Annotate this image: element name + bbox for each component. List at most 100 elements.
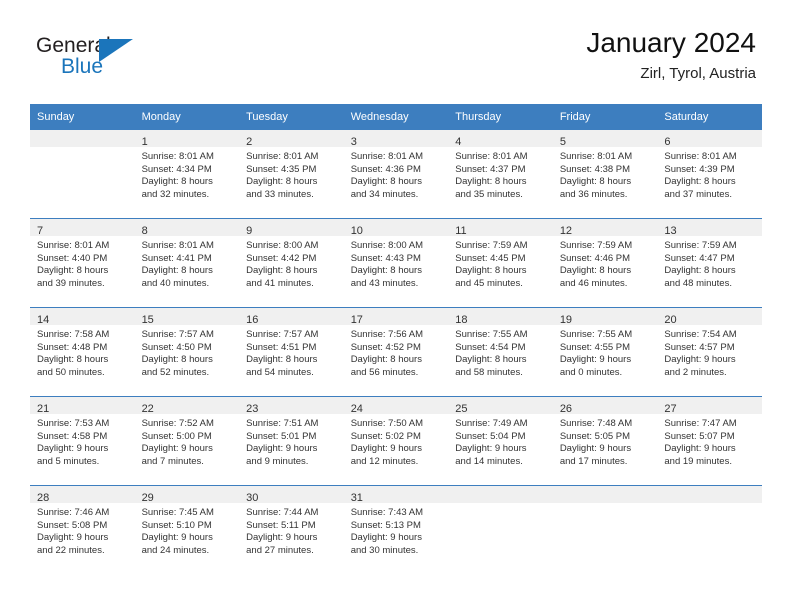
sunset-text: Sunset: 4:48 PM — [37, 341, 108, 353]
day-details: Sunrise: 7:59 AM Sunset: 4:45 PM Daylight:… — [448, 236, 553, 290]
daylight-text-line1: Daylight: 8 hours — [350, 265, 422, 277]
daylight-text-line1: Daylight: 8 hours — [664, 265, 736, 277]
weekday-header-friday: Friday — [552, 104, 658, 130]
calendar-day-cell[interactable]: 7 Sunrise: 8:01 AM Sunset: 4:40 PM Daylight… — [30, 218, 135, 308]
day-cell-inner: 24 Sunrise: 7:50 AM Sunset: 5:02 PM Dayligh… — [343, 397, 449, 485]
calendar-day-cell[interactable]: 21 Sunrise: 7:53 AM Sunset: 4:58 PM Dayligh… — [30, 396, 135, 486]
calendar-day-cell[interactable]: 15 Sunrise: 7:57 AM Sunset: 4:50 PM Dayligh… — [134, 307, 240, 397]
sunrise-text: Sunrise: 8:01 AM — [37, 240, 110, 251]
calendar-day-cell[interactable]: 4 Sunrise: 8:01 AM Sunset: 4:37 PM Daylight… — [448, 130, 553, 219]
day-cell-inner: 20 Sunrise: 7:54 AM Sunset: 4:57 PM Dayligh… — [657, 308, 762, 396]
calendar-day-cell[interactable]: 1 Sunrise: 8:01 AM Sunset: 4:34 PM Daylight… — [134, 130, 240, 219]
day-cell-inner — [552, 486, 658, 574]
logo-text-blue: Blue — [61, 55, 104, 78]
daylight-text-line2: and 41 minutes. — [246, 277, 314, 289]
daylight-text-line1: Daylight: 9 hours — [559, 354, 632, 366]
calendar-day-cell[interactable]: 28 Sunrise: 7:46 AM Sunset: 5:08 PM Dayligh… — [30, 485, 135, 574]
daylight-text-line1: Daylight: 8 hours — [455, 265, 527, 277]
day-cell-inner: 13 Sunrise: 7:59 AM Sunset: 4:47 PM Dayligh… — [657, 219, 762, 307]
daylight-text-line2: and 27 minutes. — [246, 544, 314, 556]
daylight-text-line1: Daylight: 8 hours — [37, 265, 109, 277]
daylight-text-line2: and 2 minutes. — [664, 366, 727, 378]
calendar-day-cell[interactable]: 17 Sunrise: 7:56 AM Sunset: 4:52 PM Dayligh… — [343, 307, 449, 397]
calendar-day-cell[interactable]: 5 Sunrise: 8:01 AM Sunset: 4:38 PM Daylight… — [552, 130, 658, 219]
daylight-text-line2: and 32 minutes. — [141, 188, 210, 200]
day-number-band: 27 — [657, 397, 762, 415]
calendar-day-cell[interactable]: 3 Sunrise: 8:01 AM Sunset: 4:36 PM Daylight… — [343, 130, 449, 219]
title-block: January 2024 Zirl, Tyrol, Austria — [586, 26, 756, 84]
calendar-day-cell[interactable]: 9 Sunrise: 8:00 AM Sunset: 4:42 PM Daylight… — [239, 218, 344, 308]
calendar-day-cell[interactable]: 23 Sunrise: 7:51 AM Sunset: 5:01 PM Dayligh… — [239, 396, 344, 486]
day-details: Sunrise: 7:50 AM Sunset: 5:02 PM Daylight:… — [344, 414, 449, 468]
day-cell-inner: 4 Sunrise: 8:01 AM Sunset: 4:37 PM Daylight… — [448, 130, 553, 218]
day-cell-inner: 17 Sunrise: 7:56 AM Sunset: 4:52 PM Dayligh… — [343, 308, 449, 396]
calendar-day-cell[interactable]: 13 Sunrise: 7:59 AM Sunset: 4:47 PM Dayligh… — [657, 218, 762, 308]
day-details: Sunrise: 8:01 AM Sunset: 4:34 PM Daylight:… — [135, 147, 240, 201]
calendar-header-row: Sunday Monday Tuesday Wednesday Thursday Frid… — [30, 104, 762, 130]
day-number: 21 — [37, 403, 50, 415]
sunset-text: Sunset: 4:35 PM — [246, 163, 317, 175]
daylight-text-line1: Daylight: 9 hours — [350, 532, 422, 544]
sunset-text: Sunset: 4:38 PM — [559, 163, 631, 175]
calendar-day-cell[interactable]: 31 Sunrise: 7:43 AM Sunset: 5:13 PM Dayligh… — [343, 485, 449, 574]
sunrise-text: Sunrise: 7:55 AM — [455, 329, 528, 340]
sunset-text: Sunset: 5:10 PM — [141, 519, 212, 531]
calendar-day-cell[interactable]: 11 Sunrise: 7:59 AM Sunset: 4:45 PM Dayligh… — [448, 218, 553, 308]
sunset-text: Sunset: 4:45 PM — [455, 252, 526, 264]
calendar-day-cell[interactable]: 2 Sunrise: 8:01 AM Sunset: 4:35 PM Daylight… — [239, 130, 344, 219]
daylight-text-line2: and 37 minutes. — [664, 188, 732, 200]
sunset-text: Sunset: 4:39 PM — [664, 163, 735, 175]
day-cell-inner: 16 Sunrise: 7:57 AM Sunset: 4:51 PM Dayligh… — [239, 308, 344, 396]
calendar-day-cell[interactable]: 29 Sunrise: 7:45 AM Sunset: 5:10 PM Dayligh… — [134, 485, 240, 574]
general-blue-logo[interactable]: General Blue — [36, 34, 156, 82]
day-number-band: 24 — [343, 397, 449, 415]
day-number: 18 — [455, 314, 468, 326]
calendar-day-cell[interactable]: 8 Sunrise: 8:01 AM Sunset: 4:41 PM Daylight… — [134, 218, 240, 308]
day-number-band: 3 — [343, 130, 449, 148]
day-cell-inner: 8 Sunrise: 8:01 AM Sunset: 4:41 PM Daylight… — [134, 219, 240, 307]
day-details: Sunrise: 8:01 AM Sunset: 4:35 PM Daylight:… — [239, 147, 344, 201]
calendar-day-cell[interactable]: 22 Sunrise: 7:52 AM Sunset: 5:00 PM Dayligh… — [134, 396, 240, 486]
sunrise-text: Sunrise: 8:01 AM — [664, 151, 737, 162]
daylight-text-line2: and 50 minutes. — [37, 366, 105, 378]
calendar-day-cell[interactable]: 12 Sunrise: 7:59 AM Sunset: 4:46 PM Dayligh… — [552, 218, 658, 308]
day-cell-inner: 21 Sunrise: 7:53 AM Sunset: 4:58 PM Dayligh… — [30, 397, 135, 485]
sunrise-text: Sunrise: 7:57 AM — [141, 329, 214, 340]
sunrise-text: Sunrise: 7:50 AM — [350, 418, 424, 429]
daylight-text-line1: Daylight: 8 hours — [559, 176, 632, 188]
day-number-band: 19 — [552, 308, 658, 326]
daylight-text-line1: Daylight: 8 hours — [141, 176, 213, 188]
day-details: Sunrise: 7:59 AM Sunset: 4:47 PM Daylight:… — [657, 236, 762, 290]
calendar-day-cell[interactable]: 14 Sunrise: 7:58 AM Sunset: 4:48 PM Dayligh… — [30, 307, 135, 397]
day-number-band: 12 — [552, 219, 658, 237]
day-number-band: 26 — [552, 397, 658, 415]
calendar-day-cell[interactable]: 6 Sunrise: 8:01 AM Sunset: 4:39 PM Daylight… — [657, 130, 762, 219]
daylight-text-line1: Daylight: 9 hours — [141, 443, 213, 455]
calendar-day-cell[interactable]: 18 Sunrise: 7:55 AM Sunset: 4:54 PM Dayligh… — [448, 307, 553, 397]
sunrise-text: Sunrise: 7:59 AM — [664, 240, 737, 251]
calendar-day-cell[interactable]: 19 Sunrise: 7:55 AM Sunset: 4:55 PM Dayligh… — [552, 307, 658, 397]
day-cell-inner: 6 Sunrise: 8:01 AM Sunset: 4:39 PM Daylight… — [657, 130, 762, 218]
sunrise-text: Sunrise: 7:52 AM — [141, 418, 214, 429]
day-details: Sunrise: 7:55 AM Sunset: 4:55 PM Daylight:… — [553, 325, 658, 379]
calendar-day-cell[interactable]: 30 Sunrise: 7:44 AM Sunset: 5:11 PM Dayligh… — [239, 485, 344, 574]
sunrise-text: Sunrise: 7:43 AM — [350, 507, 424, 518]
calendar-day-cell[interactable]: 10 Sunrise: 8:00 AM Sunset: 4:43 PM Dayligh… — [343, 218, 449, 308]
calendar-day-cell[interactable]: 24 Sunrise: 7:50 AM Sunset: 5:02 PM Dayligh… — [343, 396, 449, 486]
calendar-day-cell-empty — [30, 130, 135, 219]
sunset-text: Sunset: 4:57 PM — [664, 341, 735, 353]
calendar-day-cell[interactable]: 25 Sunrise: 7:49 AM Sunset: 5:04 PM Dayligh… — [448, 396, 553, 486]
page-header: General Blue January 2024 Zirl, Tyrol, A… — [0, 0, 792, 104]
daylight-text-line2: and 36 minutes. — [559, 188, 628, 200]
calendar-day-cell[interactable]: 16 Sunrise: 7:57 AM Sunset: 4:51 PM Dayligh… — [239, 307, 344, 397]
day-cell-inner — [657, 486, 762, 574]
calendar-day-cell[interactable]: 26 Sunrise: 7:48 AM Sunset: 5:05 PM Dayligh… — [552, 396, 658, 486]
day-number-band: 28 — [30, 486, 135, 504]
day-cell-inner: 15 Sunrise: 7:57 AM Sunset: 4:50 PM Dayligh… — [134, 308, 240, 396]
day-details: Sunrise: 8:00 AM Sunset: 4:43 PM Daylight:… — [344, 236, 449, 290]
weekday-header-tuesday: Tuesday — [239, 104, 344, 130]
day-details: Sunrise: 7:46 AM Sunset: 5:08 PM Daylight:… — [30, 503, 135, 557]
calendar-day-cell[interactable]: 27 Sunrise: 7:47 AM Sunset: 5:07 PM Dayligh… — [657, 396, 762, 486]
calendar-day-cell[interactable]: 20 Sunrise: 7:54 AM Sunset: 4:57 PM Dayligh… — [657, 307, 762, 397]
day-number: 29 — [141, 492, 154, 504]
